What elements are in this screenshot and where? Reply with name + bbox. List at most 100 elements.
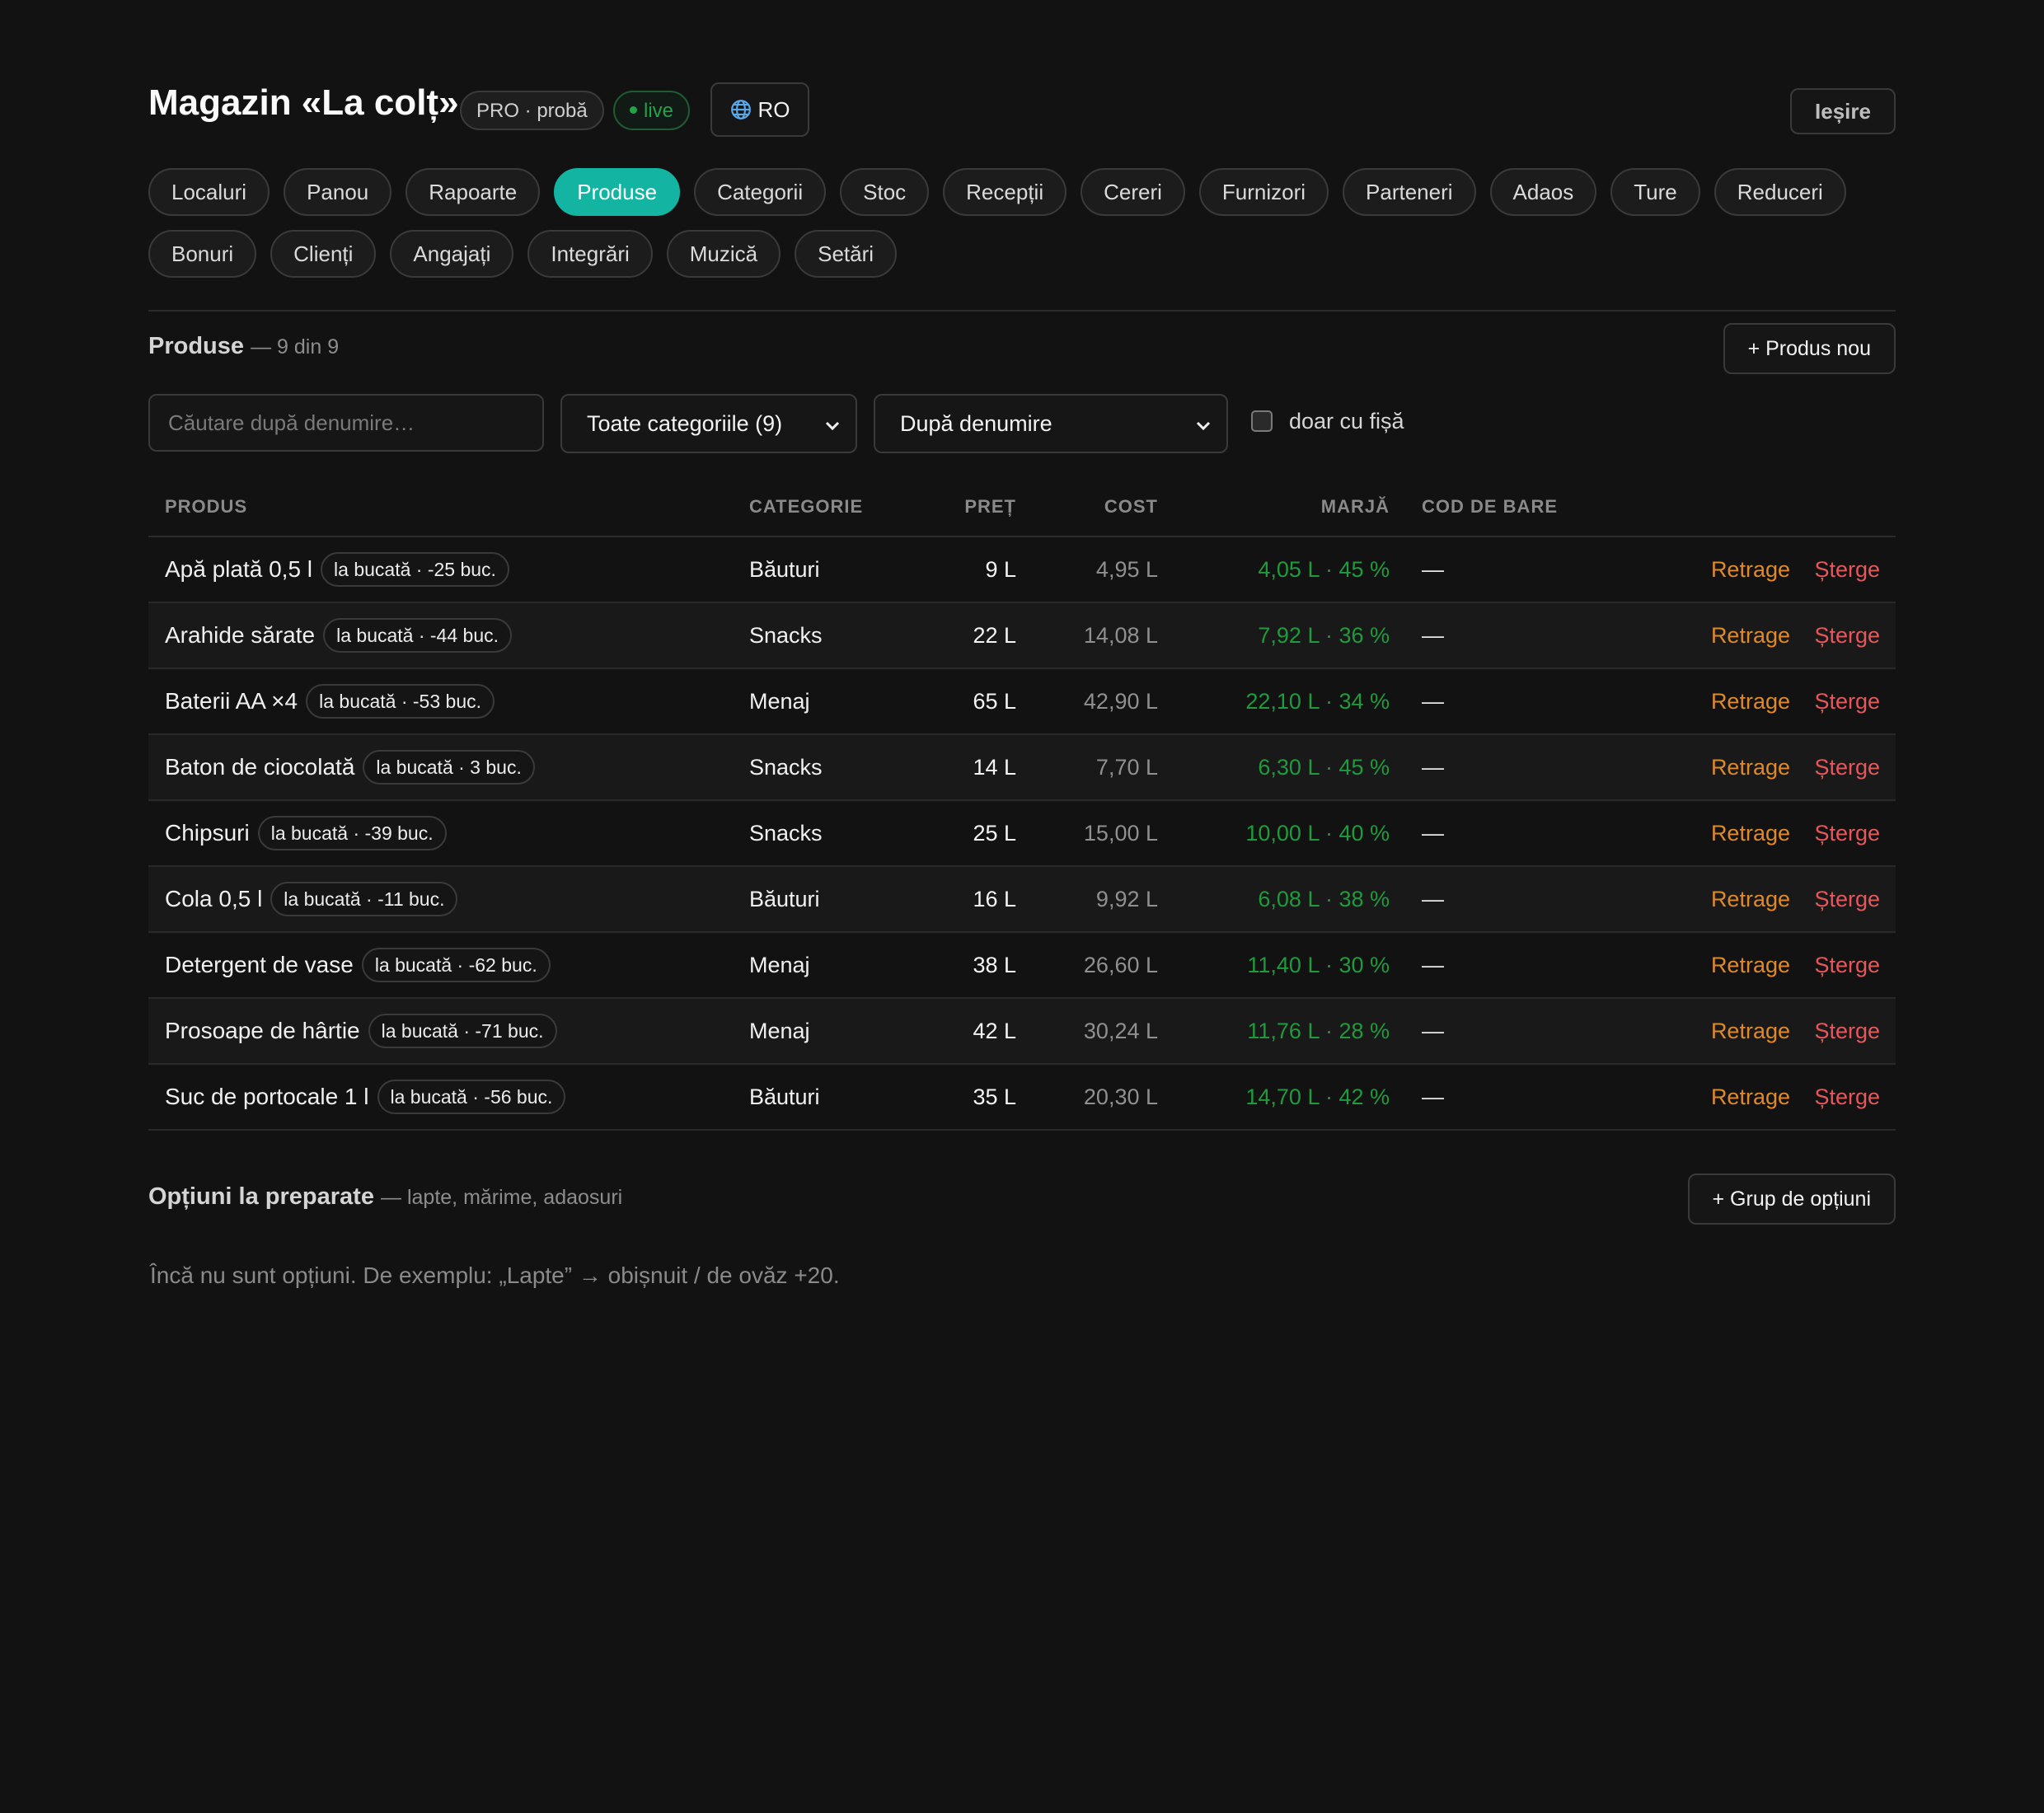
retract-link[interactable]: Retrage: [1711, 557, 1790, 583]
product-barcode: —: [1422, 1019, 1444, 1043]
table-row: Arahide sărate la bucată · -44 buc. Snacks…: [148, 603, 1896, 669]
product-name[interactable]: Baton de ciocolată: [165, 754, 354, 780]
product-category: Snacks: [749, 755, 823, 780]
nav-row: Localuri Panou Rapoarte Produse Categorii Sto…: [148, 168, 1896, 216]
product-cost: 30,24 L: [1083, 1019, 1158, 1043]
sort-select[interactable]: După denumire: [874, 394, 1228, 453]
retract-link[interactable]: Retrage: [1711, 689, 1790, 714]
product-margin: 11,40 L · 30 %: [1247, 953, 1390, 977]
product-cost: 15,00 L: [1083, 821, 1158, 846]
nav-item-setari[interactable]: Setări: [795, 230, 898, 278]
delete-link[interactable]: Șterge: [1814, 689, 1880, 714]
live-badge: live: [613, 91, 691, 130]
nav-item-ture[interactable]: Ture: [1610, 168, 1700, 216]
chevron-down-icon: [825, 421, 840, 431]
product-barcode: —: [1422, 755, 1444, 780]
only-with-card-checkbox[interactable]: [1251, 410, 1273, 432]
delete-link[interactable]: Șterge: [1814, 1019, 1880, 1044]
col-price[interactable]: PREȚ: [964, 496, 1016, 518]
nav-item-bonuri[interactable]: Bonuri: [148, 230, 257, 278]
nav-item-receptii[interactable]: Recepții: [943, 168, 1067, 216]
unit-stock-badge: la bucată · -71 buc.: [368, 1014, 557, 1048]
product-name[interactable]: Detergent de vase: [165, 952, 354, 978]
product-price: 14 L: [973, 755, 1016, 780]
nav-item-angajati[interactable]: Angajați: [390, 230, 514, 278]
col-margin[interactable]: MARJĂ: [1321, 496, 1390, 518]
category-select[interactable]: Toate categoriile (9): [560, 394, 857, 453]
col-category[interactable]: CATEGORIE: [749, 496, 863, 518]
delete-link[interactable]: Șterge: [1814, 1085, 1880, 1110]
language-button[interactable]: RO: [710, 82, 809, 137]
product-name[interactable]: Suc de portocale 1 l: [165, 1084, 369, 1110]
nav-item-categorii[interactable]: Categorii: [694, 168, 827, 216]
plan-badge: PRO · probă: [460, 91, 604, 130]
delete-link[interactable]: Șterge: [1814, 821, 1880, 846]
product-name[interactable]: Apă plată 0,5 l: [165, 556, 312, 583]
product-category: Băuturi: [749, 1085, 820, 1109]
retract-link[interactable]: Retrage: [1711, 623, 1790, 649]
product-category: Menaj: [749, 953, 810, 977]
unit-stock-badge: la bucată · -25 buc.: [321, 552, 509, 587]
products-title: Produse: [148, 333, 245, 359]
col-barcode[interactable]: COD DE BARE: [1422, 496, 1558, 518]
options-subtitle: — lapte, mărime, adaosuri: [381, 1186, 623, 1209]
table-row: Suc de portocale 1 l la bucată · -56 buc.…: [148, 1065, 1896, 1131]
nav-row: Bonuri Clienți Angajați Integrări Muzică Setă…: [148, 230, 1896, 278]
col-cost[interactable]: COST: [1104, 496, 1158, 518]
product-name[interactable]: Baterii AA ×4: [165, 688, 298, 714]
retract-link[interactable]: Retrage: [1711, 953, 1790, 978]
unit-stock-badge: la bucată · -62 buc.: [361, 948, 551, 982]
product-cost: 7,70 L: [1095, 755, 1158, 780]
product-name-cell: Apă plată 0,5 l la bucată · -25 buc.: [165, 552, 509, 587]
product-cost: 14,08 L: [1083, 623, 1158, 648]
delete-link[interactable]: Șterge: [1814, 623, 1880, 649]
table-header: PRODUS CATEGORIE PREȚ COST MARJĂ COD DE …: [148, 478, 1896, 537]
product-category: Snacks: [749, 623, 823, 648]
nav-item-produse[interactable]: Produse: [554, 168, 681, 216]
chevron-down-icon: [1196, 421, 1211, 431]
section-divider: [148, 310, 1896, 312]
nav-item-clienti[interactable]: Clienți: [270, 230, 377, 278]
only-with-card-label: doar cu fișă: [1289, 409, 1404, 433]
nav-item-furnizori[interactable]: Furnizori: [1198, 168, 1329, 216]
delete-link[interactable]: Șterge: [1814, 557, 1880, 583]
nav-item-parteneri[interactable]: Parteneri: [1343, 168, 1476, 216]
retract-link[interactable]: Retrage: [1711, 1019, 1790, 1044]
delete-link[interactable]: Șterge: [1814, 887, 1880, 912]
product-barcode: —: [1422, 821, 1444, 846]
product-name[interactable]: Prosoape de hârtie: [165, 1018, 360, 1044]
retract-link[interactable]: Retrage: [1711, 887, 1790, 912]
product-name[interactable]: Arahide sărate: [165, 622, 315, 649]
sort-select-value: După denumire: [900, 411, 1052, 436]
retract-link[interactable]: Retrage: [1711, 821, 1790, 846]
product-name[interactable]: Chipsuri: [165, 820, 250, 846]
nav-item-muzica[interactable]: Muzică: [666, 230, 781, 278]
product-barcode: —: [1422, 689, 1444, 714]
delete-link[interactable]: Șterge: [1814, 953, 1880, 978]
nav-item-cereri[interactable]: Cereri: [1081, 168, 1185, 216]
product-name[interactable]: Cola 0,5 l: [165, 886, 262, 912]
search-input[interactable]: [148, 394, 544, 452]
nav-item-integrari[interactable]: Integrări: [527, 230, 653, 278]
col-product[interactable]: PRODUS: [165, 496, 247, 518]
product-barcode: —: [1422, 557, 1444, 582]
table-row: Prosoape de hârtie la bucată · -71 buc. Me…: [148, 999, 1896, 1065]
delete-link[interactable]: Șterge: [1814, 755, 1880, 780]
retract-link[interactable]: Retrage: [1711, 1085, 1790, 1110]
nav-item-reduceri[interactable]: Reduceri: [1713, 168, 1846, 216]
logout-button[interactable]: Ieșire: [1790, 88, 1896, 134]
nav-item-rapoarte[interactable]: Rapoarte: [406, 168, 541, 216]
nav-item-stoc[interactable]: Stoc: [840, 168, 930, 216]
nav-item-adaos[interactable]: Adaos: [1489, 168, 1597, 216]
product-margin: 10,00 L · 40 %: [1245, 821, 1390, 846]
product-barcode: —: [1422, 953, 1444, 977]
table-row: Baton de ciocolată la bucată · 3 buc. Snac…: [148, 735, 1896, 801]
new-product-button[interactable]: + Produs nou: [1723, 323, 1896, 374]
unit-stock-badge: la bucată · -39 buc.: [257, 816, 447, 850]
retract-link[interactable]: Retrage: [1711, 755, 1790, 780]
nav-item-localuri[interactable]: Localuri: [148, 168, 270, 216]
product-cost: 42,90 L: [1083, 689, 1158, 714]
nav-item-panou[interactable]: Panou: [284, 168, 392, 216]
product-name-cell: Cola 0,5 l la bucată · -11 buc.: [165, 882, 458, 916]
add-option-group-button[interactable]: + Grup de opțiuni: [1687, 1174, 1896, 1225]
